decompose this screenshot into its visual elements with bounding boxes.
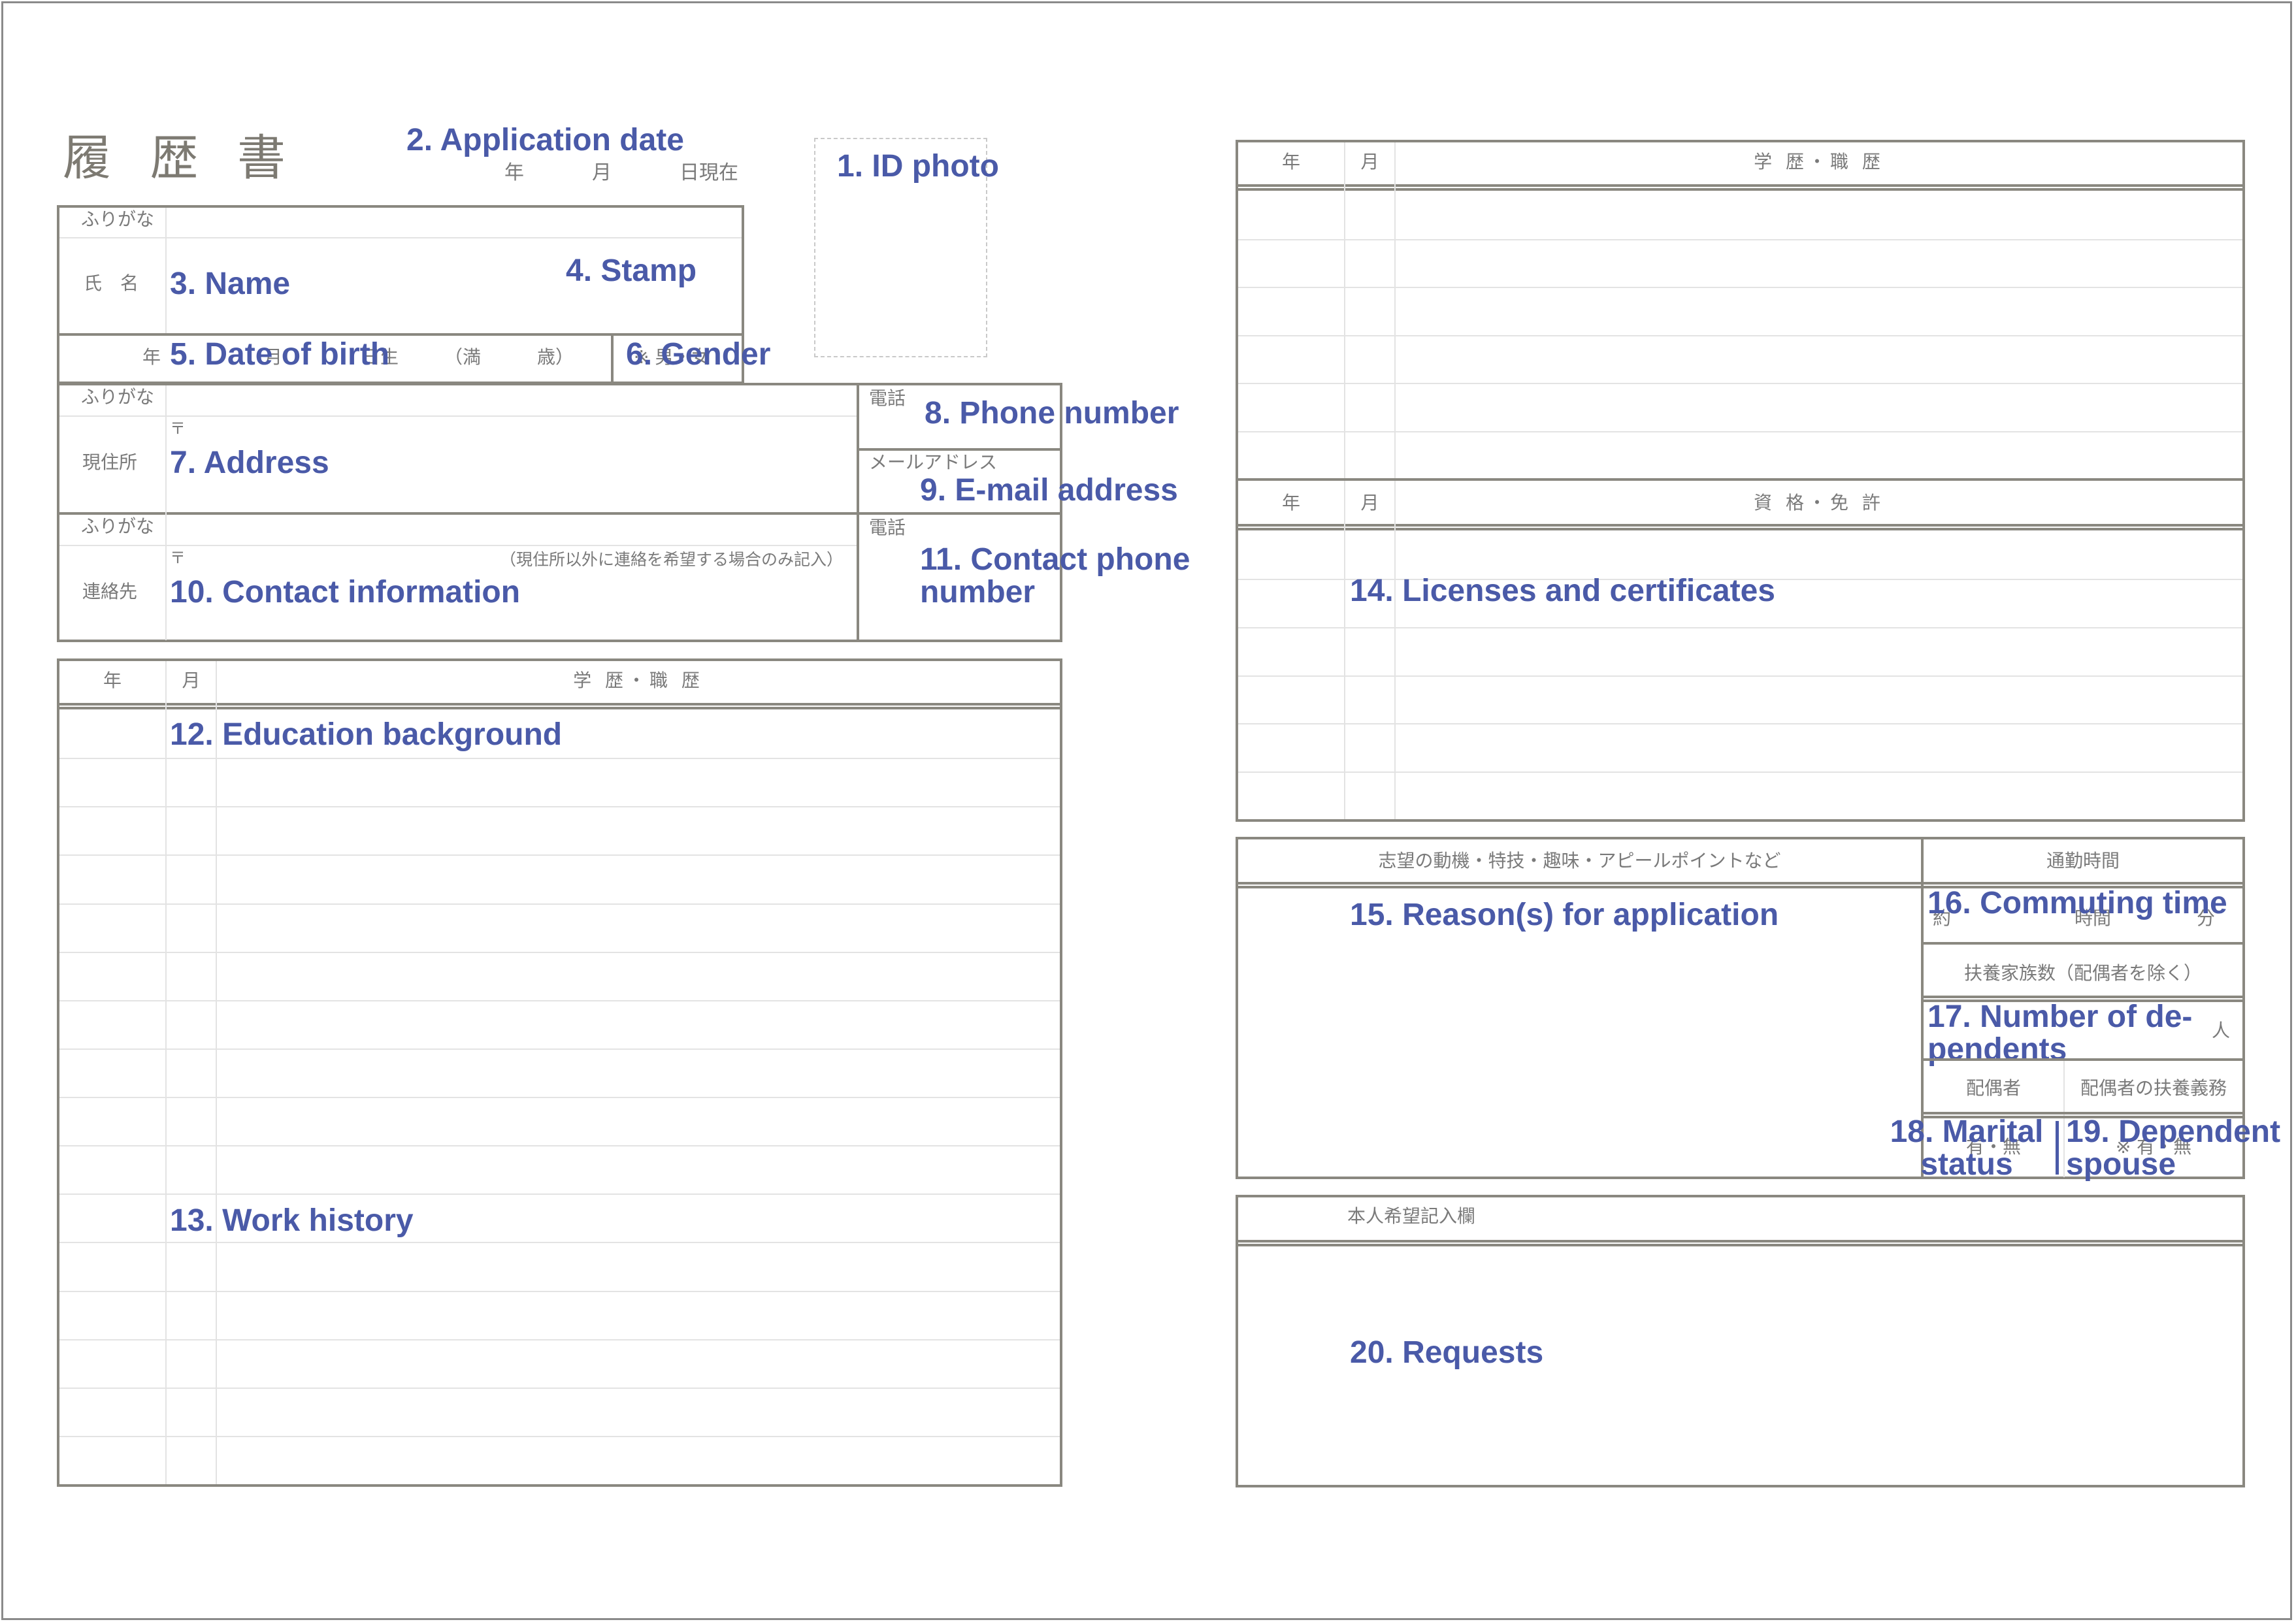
annotation-marital-status: 18. Marital status <box>1890 1114 2044 1182</box>
spouse-divider <box>2063 1061 2065 1177</box>
history-left-row[interactable] <box>59 759 1060 805</box>
furigana-divider <box>59 237 742 238</box>
annotation-licenses-certificates: 14. Licenses and certificates <box>1350 574 1775 608</box>
annotation-commuting-time: 16. Commuting time <box>1927 886 2227 920</box>
requests-header: 本人希望記入欄 <box>1347 1205 1476 1227</box>
history-right-col-month: 月 <box>1360 151 1379 172</box>
dependents-header-top <box>1921 942 2245 945</box>
licenses-col-content: 資 格・免 許 <box>1754 492 1884 513</box>
address-label: 現住所 <box>82 451 138 473</box>
history-left-row[interactable] <box>59 905 1060 950</box>
annotation-reasons-for-application: 15. Reason(s) for application <box>1350 898 1779 932</box>
history-left-row[interactable] <box>59 1001 1060 1047</box>
history-left-row[interactable] <box>59 1437 1060 1483</box>
history-left-row[interactable] <box>59 953 1060 999</box>
history-left-row[interactable] <box>59 1243 1060 1289</box>
annotation-number-of-dependents: 17. Number of de- pendents <box>1927 999 2193 1067</box>
contact-furigana-field[interactable] <box>167 515 856 544</box>
date-month-label: 月 <box>592 161 612 184</box>
annotation-work-history: 13. Work history <box>170 1203 414 1238</box>
motivation-field[interactable] <box>1238 890 1920 1177</box>
history-left-row[interactable] <box>59 1292 1060 1338</box>
commute-header: 通勤時間 <box>2046 850 2120 871</box>
requests-header-divider <box>1236 1240 2245 1246</box>
contact-furigana-divider <box>59 545 857 546</box>
history-right-row[interactable] <box>1238 384 2242 430</box>
address-furigana-label: ふりがな <box>81 386 155 408</box>
annotation-address: 7. Address <box>170 446 329 480</box>
annotation-gender: 6. Gender <box>626 337 771 372</box>
history-left-row[interactable] <box>59 1050 1060 1096</box>
gender-divider <box>611 333 614 384</box>
licenses-col-year: 年 <box>1281 492 1300 513</box>
history-right-header-divider <box>1236 184 2245 191</box>
name-furigana-field[interactable] <box>167 208 742 236</box>
date-year-label: 年 <box>504 161 524 184</box>
annotation-education-background: 12. Education background <box>170 717 563 752</box>
history-left-col-content: 学 歴・職 歴 <box>573 670 704 691</box>
history-left-col-month: 月 <box>182 670 201 691</box>
annotation-separator <box>2056 1121 2059 1175</box>
licenses-row[interactable] <box>1238 677 2242 723</box>
history-left-row[interactable] <box>59 1340 1060 1386</box>
history-right-row[interactable] <box>1238 432 2242 478</box>
address-furigana-field[interactable] <box>167 385 856 415</box>
annotation-date-of-birth: 5. Date of birth <box>170 337 390 372</box>
annotation-contact-phone-number: 11. Contact phone number <box>920 542 1190 610</box>
licenses-row[interactable] <box>1238 724 2242 770</box>
date-day-label: 日現在 <box>680 161 738 184</box>
history-left-row[interactable] <box>59 807 1060 853</box>
contact-postal-mark: 〒 <box>170 549 186 567</box>
annotation-application-date: 2. Application date <box>406 123 684 157</box>
annotation-requests: 20. Requests <box>1350 1335 1544 1370</box>
annotation-name: 3. Name <box>170 267 291 301</box>
licenses-header-divider <box>1236 524 2245 530</box>
history-right-row[interactable] <box>1238 336 2242 382</box>
history-left-row[interactable] <box>59 856 1060 901</box>
history-left-col-year: 年 <box>103 670 122 691</box>
document-title: 履 歴 書 <box>63 130 298 186</box>
name-label: 氏 名 <box>84 272 139 294</box>
address-furigana-divider <box>59 415 857 417</box>
annotation-email-address: 9. E-mail address <box>920 473 1178 508</box>
history-right-row[interactable] <box>1238 288 2242 334</box>
licenses-row[interactable] <box>1238 532 2242 577</box>
dependents-header: 扶養家族数（配偶者を除く） <box>1963 962 2202 984</box>
annotation-id-photo: 1. ID photo <box>837 149 999 184</box>
history-left-header-divider <box>57 703 1062 709</box>
name-furigana-label: ふりがな <box>81 208 155 230</box>
contact-furigana-label: ふりがな <box>81 515 155 537</box>
licenses-col-month: 月 <box>1360 492 1379 513</box>
history-right-row[interactable] <box>1238 240 2242 286</box>
contact-label: 連絡先 <box>82 581 138 602</box>
history-left-row[interactable] <box>59 1146 1060 1192</box>
history-right-col-year: 年 <box>1281 151 1300 172</box>
motivation-header: 志望の動機・特技・趣味・アピールポイントなど <box>1378 850 1781 871</box>
contact-note: （現住所以外に連絡を希望する場合のみ記入） <box>500 550 844 569</box>
licenses-row[interactable] <box>1238 628 2242 674</box>
history-right-row[interactable] <box>1238 192 2242 238</box>
spouse-header: 配偶者 <box>1965 1077 2021 1099</box>
annotation-contact-information: 10. Contact information <box>170 575 521 609</box>
spouse-support-header: 配偶者の扶養義務 <box>2080 1077 2227 1099</box>
annotation-dependent-spouse: 19. Dependent spouse <box>2066 1114 2281 1182</box>
spouse-header-top <box>1921 1058 2245 1061</box>
annotation-stamp: 4. Stamp <box>566 253 697 288</box>
history-right-col-content: 学 歴・職 歴 <box>1754 151 1884 172</box>
history-left-row[interactable] <box>59 1389 1060 1435</box>
licenses-row[interactable] <box>1238 773 2242 819</box>
annotation-phone-number: 8. Phone number <box>925 396 1179 430</box>
history-left-row[interactable] <box>59 1098 1060 1144</box>
